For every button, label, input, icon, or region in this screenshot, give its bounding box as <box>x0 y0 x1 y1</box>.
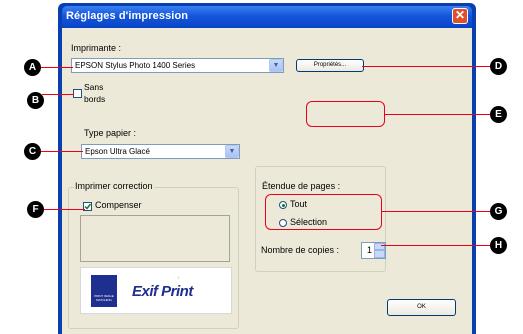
paper-type-value: Epson Ultra Glacé <box>85 147 150 156</box>
copies-label: Nombre de copies : <box>261 245 340 255</box>
callout-a-line <box>40 67 73 68</box>
printer-label: Imprimante : <box>71 43 122 53</box>
callout-f-line <box>43 209 85 210</box>
callout-d-line <box>362 66 492 67</box>
callout-d: D <box>490 58 507 75</box>
printer-select[interactable]: EPSON Stylus Photo 1400 Series <box>71 58 284 73</box>
callout-g: G <box>490 203 507 220</box>
printer-select-value: EPSON Stylus Photo 1400 Series <box>75 61 196 70</box>
correction-preview <box>80 215 230 262</box>
print-image-matching-logo: PRINT IMAGE MATCHING <box>91 275 117 307</box>
borderless-label-line1: Sans <box>84 82 104 92</box>
exif-print-dots: ⁘ <box>176 276 182 282</box>
close-icon: ✕ <box>454 8 466 22</box>
callout-c-line <box>40 151 83 152</box>
pim-logo-text: PRINT IMAGE MATCHING <box>94 294 114 302</box>
callout-h-line <box>381 245 492 246</box>
callout-f: F <box>27 201 44 218</box>
properties-button[interactable]: Propriétés... <box>296 59 364 72</box>
callout-b-line <box>42 94 74 95</box>
spin-down-button[interactable] <box>374 250 385 258</box>
ok-button[interactable]: OK <box>387 299 456 316</box>
callout-b: B <box>27 92 44 109</box>
dialog-title: Réglages d'impression <box>66 10 189 22</box>
callout-c: C <box>24 143 41 160</box>
exif-print-logo: Exif Print <box>132 283 193 300</box>
callout-e-highlight <box>306 101 385 127</box>
callout-g-line <box>382 211 492 212</box>
paper-type-label: Type papier : <box>84 128 137 138</box>
callout-e: E <box>490 106 507 123</box>
borderless-label-line2: bords <box>84 94 106 104</box>
check-icon <box>84 203 91 210</box>
callout-e-line <box>385 114 490 115</box>
chevron-down-icon[interactable]: ▼ <box>269 59 283 72</box>
callout-g-highlight <box>265 194 382 230</box>
compensate-label: Compenser <box>95 200 142 210</box>
print-correction-label: Imprimer correction <box>74 181 154 191</box>
callout-a: A <box>24 59 41 76</box>
callout-h: H <box>490 237 507 254</box>
paper-type-select[interactable]: Epson Ultra Glacé <box>81 144 240 159</box>
borderless-checkbox[interactable] <box>73 89 82 98</box>
close-button[interactable]: ✕ <box>452 8 468 24</box>
page-range-label: Étendue de pages : <box>262 181 341 191</box>
chevron-down-icon[interactable]: ▼ <box>225 145 239 158</box>
